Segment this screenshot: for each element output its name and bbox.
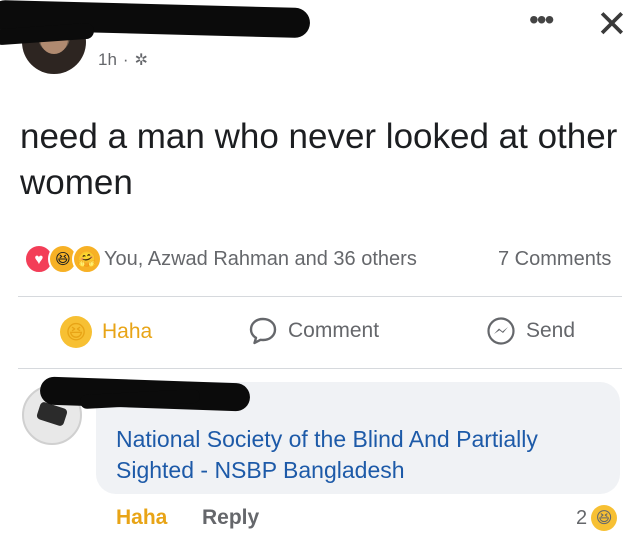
send-button[interactable]: Send (486, 316, 575, 346)
comment-label: Comment (288, 319, 380, 342)
gear-icon[interactable]: ✲ (135, 50, 148, 70)
reaction-icons[interactable]: ♥ 😆 🤗 (24, 244, 102, 274)
divider (18, 296, 622, 297)
haha-icon: 😆 (591, 505, 618, 531)
more-options-button[interactable]: ••• (529, 4, 554, 36)
reaction-names[interactable]: You, Azwad Rahman and 36 others (104, 248, 417, 271)
care-icon: 🤗 (72, 244, 102, 274)
close-button[interactable]: ✕ (596, 6, 628, 44)
post-time[interactable]: 1h (98, 50, 117, 70)
comment-icon (249, 317, 277, 345)
comment-haha-button[interactable]: Haha (116, 506, 167, 530)
comment-reply-button[interactable]: Reply (202, 506, 259, 530)
meta-separator: · (122, 50, 129, 69)
post-meta: 1h · ✲ (98, 50, 148, 70)
send-label: Send (526, 319, 576, 342)
comment-reaction-number: 2 (576, 506, 588, 529)
haha-label: Haha (102, 320, 153, 343)
comment-button[interactable]: Comment (248, 316, 379, 346)
comments-count[interactable]: 7 Comments (498, 248, 611, 271)
comment-reaction-count[interactable]: 2 😆 (576, 505, 618, 531)
haha-reaction-button[interactable]: 😆 Haha (60, 316, 152, 348)
divider (18, 368, 622, 369)
post-text: need a man who never looked at other wom… (20, 117, 618, 202)
messenger-icon (487, 317, 515, 345)
comment-text-link[interactable]: National Society of the Blind And Partia… (116, 424, 616, 486)
haha-icon: 😆 (60, 316, 92, 348)
